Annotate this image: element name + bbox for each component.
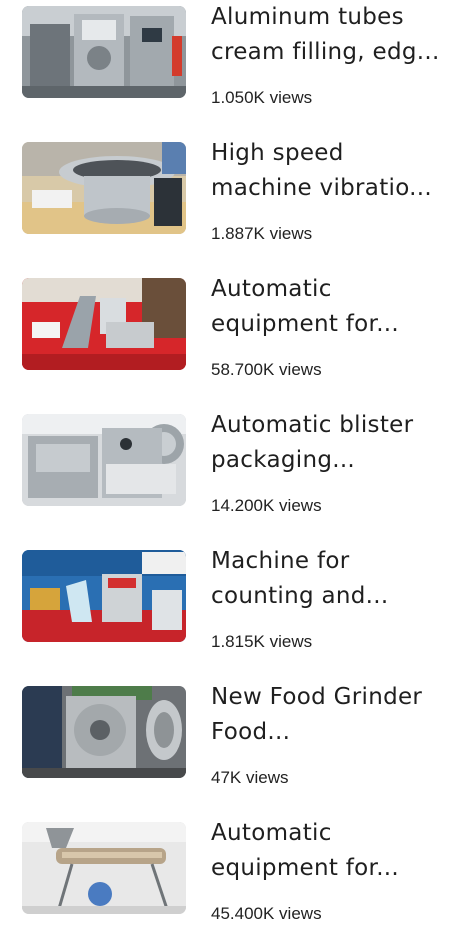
video-item[interactable]: High speed machine vibratio... 1.887K vi…: [0, 136, 463, 256]
counting-machine-thumbnail: [22, 550, 186, 642]
food-grinder-thumbnail: [22, 686, 186, 778]
filling-machine-thumbnail: [22, 6, 186, 98]
video-views: 1.887K views: [211, 224, 313, 243]
video-item[interactable]: Machine for counting and... 1.815K views: [0, 544, 463, 664]
steel-equipment-thumbnail: [22, 822, 186, 914]
video-views: 45.400K views: [211, 904, 322, 923]
video-thumbnail[interactable]: [22, 6, 186, 98]
video-item[interactable]: Aluminum tubes cream filling, edg... 1.0…: [0, 0, 463, 120]
video-title[interactable]: High speed machine vibratio...: [211, 136, 451, 206]
video-list: Aluminum tubes cream filling, edg... 1.0…: [0, 0, 463, 925]
video-views: 14.200K views: [211, 496, 322, 515]
video-title[interactable]: Aluminum tubes cream filling, edg...: [211, 0, 451, 70]
video-views: 58.700K views: [211, 360, 322, 379]
video-title[interactable]: New Food Grinder Food...: [211, 680, 451, 750]
video-title[interactable]: Automatic blister packaging...: [211, 408, 451, 478]
video-thumbnail[interactable]: [22, 550, 186, 642]
video-title[interactable]: Automatic equipment for...: [211, 272, 451, 342]
video-thumbnail[interactable]: [22, 822, 186, 914]
video-item[interactable]: Automatic blister packaging... 14.200K v…: [0, 408, 463, 528]
video-views: 1.050K views: [211, 88, 313, 107]
blister-machine-thumbnail: [22, 414, 186, 506]
video-title[interactable]: Automatic equipment for...: [211, 816, 451, 886]
video-title[interactable]: Machine for counting and...: [211, 544, 451, 614]
video-thumbnail[interactable]: [22, 142, 186, 234]
video-item[interactable]: Automatic equipment for... 45.400K views: [0, 816, 463, 936]
video-views: 1.815K views: [211, 632, 313, 651]
video-views: 47K views: [211, 768, 289, 787]
video-thumbnail[interactable]: [22, 278, 186, 370]
video-thumbnail[interactable]: [22, 414, 186, 506]
video-thumbnail[interactable]: [22, 686, 186, 778]
video-item[interactable]: Automatic equipment for... 58.700K views: [0, 272, 463, 392]
video-item[interactable]: New Food Grinder Food... 47K views: [0, 680, 463, 800]
vibration-bowl-thumbnail: [22, 142, 186, 234]
red-equipment-thumbnail: [22, 278, 186, 370]
